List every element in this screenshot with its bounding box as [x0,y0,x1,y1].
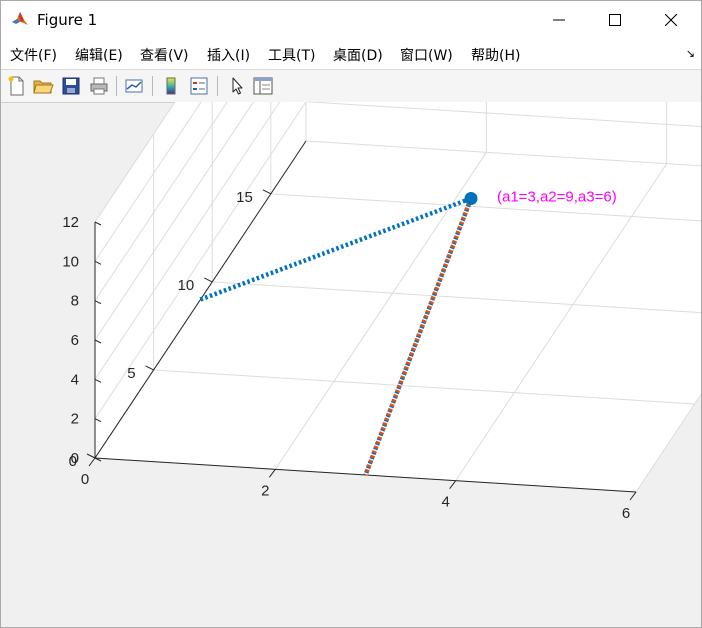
dock-figure-icon[interactable]: ↘ [686,47,695,60]
z-tick-label: 6 [71,332,79,349]
x-tick-label: 6 [622,505,630,522]
menu-window[interactable]: 窗口(W) [400,45,453,65]
y-tick-label: 15 [236,189,253,206]
property-inspector-icon[interactable] [252,75,274,97]
z-tick-label: 4 [71,371,79,388]
figure-window: Figure 1 文件(F) 编辑(E) 查看(V) 插入(I) 工具(T) 桌… [0,0,702,628]
toolbar-separator [152,76,153,96]
menu-insert[interactable]: 插入(I) [207,45,250,65]
minimize-icon [553,19,565,21]
menu-bar: 文件(F) 编辑(E) 查看(V) 插入(I) 工具(T) 桌面(D) 窗口(W… [1,39,701,69]
point-annotation: (a1=3,a2=9,a3=6) [497,189,617,206]
x-tick-mark [88,457,96,467]
matlab-logo-icon [12,12,28,25]
close-button[interactable] [643,1,699,39]
menu-view[interactable]: 查看(V) [140,45,189,65]
y-tick-mark [86,453,96,459]
axes-3d[interactable]: 0246051015024681012(a1=3,a2=9,a3=6) [1,102,701,627]
edit-plot-arrow-icon[interactable] [226,75,248,97]
open-file-icon[interactable] [32,75,54,97]
x-tick-mark [629,491,637,501]
minimize-button[interactable] [531,1,587,39]
menu-tools[interactable]: 工具(T) [268,45,315,65]
x-tick-label: 2 [261,482,269,499]
link-plot-icon[interactable] [123,75,145,97]
toolbar-separator [217,76,218,96]
figure-toolbar [1,69,701,103]
maximize-icon [609,14,621,26]
x-tick-label: 4 [441,494,449,511]
close-icon [665,14,677,26]
window-title: Figure 1 [37,11,98,29]
point-marker [464,192,478,205]
figure-canvas[interactable]: 0 2 4 6 0 5 10 15 0 2 4 6 8 10 12 (a1=3,a2=9,a3=6) [1,102,701,627]
y-tick-label: 5 [127,365,135,382]
new-figure-icon[interactable] [6,75,28,97]
legend-icon[interactable] [188,75,210,97]
menu-help[interactable]: 帮助(H) [471,45,520,65]
x-tick-mark [268,469,276,478]
maximize-button[interactable] [587,1,643,39]
y-tick-label: 10 [178,277,195,294]
menu-desktop[interactable]: 桌面(D) [333,45,383,65]
colorbar-icon[interactable] [160,75,182,97]
menu-edit[interactable]: 编辑(E) [75,45,123,65]
toolbar-separator [116,76,117,96]
z-tick-label: 12 [62,214,79,231]
z-tick-label: 8 [71,293,79,310]
z-tick-label: 2 [71,411,79,428]
z-tick-label: 10 [62,253,79,270]
title-bar[interactable]: Figure 1 [1,1,701,39]
menu-file[interactable]: 文件(F) [10,45,57,65]
save-icon[interactable] [60,75,82,97]
x-tick-label: 0 [81,471,89,488]
print-icon[interactable] [88,75,110,97]
z-tick-label: 0 [71,450,79,467]
x-tick-mark [449,480,457,489]
